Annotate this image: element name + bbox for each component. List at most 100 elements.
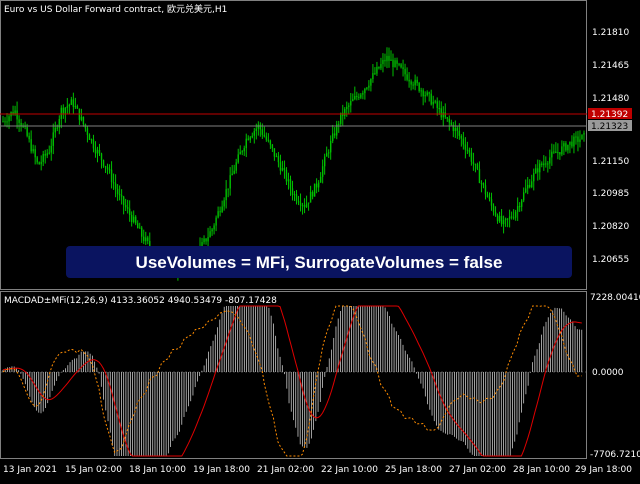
candle-body <box>464 144 467 150</box>
candle-body <box>418 83 420 92</box>
candle-body <box>293 194 296 196</box>
candle-body <box>412 84 414 86</box>
candle-body <box>438 107 440 109</box>
candle-body <box>577 136 579 142</box>
candle-body <box>352 99 354 101</box>
candle-body <box>255 128 258 131</box>
candle-body <box>571 141 573 147</box>
candle-body <box>319 176 322 183</box>
candle-body <box>420 90 422 92</box>
candle-body <box>498 215 501 222</box>
candle-body <box>253 130 255 136</box>
candle-body <box>313 183 316 197</box>
candle-body <box>496 215 499 222</box>
candle-body <box>98 149 101 154</box>
indicator-axis-zero: 0.0000 <box>592 368 624 378</box>
candle-body <box>384 59 386 62</box>
candle-body <box>410 81 412 85</box>
time-label: 19 Jan 18:00 <box>193 465 250 475</box>
candle-body <box>372 73 374 79</box>
macd-histogram <box>2 306 583 456</box>
candle-body <box>52 132 54 146</box>
candle-body <box>514 211 517 218</box>
candle-body <box>50 145 52 153</box>
candle-body <box>239 152 241 155</box>
candle-body <box>307 202 310 204</box>
candle-body <box>346 106 348 110</box>
candle-body <box>263 134 266 137</box>
candle-body <box>110 169 113 183</box>
candle-body <box>458 130 461 136</box>
candle-body <box>28 135 30 140</box>
candle-body <box>348 105 350 107</box>
chart-canvas[interactable]: Euro vs US Dollar Forward contract, 欧元兑美… <box>0 0 640 480</box>
candle-body <box>470 152 473 162</box>
candle-body <box>543 163 545 166</box>
time-label: 28 Jan 10:00 <box>513 465 570 475</box>
candle-body <box>444 112 446 118</box>
candle-body <box>559 152 561 155</box>
candle-body <box>430 93 432 105</box>
candle-body <box>261 129 264 135</box>
candle-body <box>557 152 559 154</box>
candle-body <box>291 188 294 196</box>
candle-body <box>203 238 205 243</box>
candle-body <box>42 153 44 162</box>
candle-body <box>96 149 99 154</box>
candle-body <box>535 168 537 174</box>
time-axis: 13 Jan 2021 15 Jan 02:00 18 Jan 10:00 19… <box>3 465 632 475</box>
candle-body <box>283 168 286 170</box>
candle-body <box>139 227 141 229</box>
candle-body <box>506 218 509 220</box>
candle-body <box>233 170 235 174</box>
candle-body <box>360 94 362 98</box>
price-tick-label: 1.21480 <box>592 94 629 104</box>
candle-body <box>537 168 539 173</box>
candle-body <box>370 78 372 86</box>
candle-body <box>332 133 334 141</box>
candle-body <box>237 154 239 163</box>
candle-body <box>209 231 211 238</box>
candle-body <box>502 220 505 225</box>
candle-body <box>563 143 565 147</box>
candle-body <box>122 196 125 206</box>
candle-body <box>62 107 65 114</box>
candle-body <box>545 163 547 165</box>
price-tick-label: 1.21810 <box>592 28 629 38</box>
candle-body <box>380 64 382 69</box>
candle-body <box>362 93 364 95</box>
candle-body <box>344 109 346 117</box>
candle-body <box>338 123 340 125</box>
candle-body <box>267 139 270 141</box>
candle-body <box>126 207 129 209</box>
candle-body <box>104 166 107 168</box>
candle-body <box>275 156 278 158</box>
candle-body <box>516 206 519 212</box>
candle-body <box>382 59 384 65</box>
candle-body <box>484 185 487 195</box>
candle-body <box>547 163 549 165</box>
candle-body <box>476 164 479 169</box>
candle-body <box>303 205 306 208</box>
candle-body <box>145 237 147 242</box>
candle-body <box>368 85 370 88</box>
candle-body <box>217 211 219 218</box>
candle-body <box>518 206 521 208</box>
candle-body <box>490 199 493 206</box>
candle-body <box>454 127 457 132</box>
candle-body <box>396 60 398 64</box>
candle-body <box>494 212 497 216</box>
candle-body <box>305 203 308 208</box>
candle-body <box>378 66 380 69</box>
candle-body <box>414 79 416 86</box>
candle-body <box>416 79 418 84</box>
candle-body <box>569 141 571 145</box>
candle-body <box>358 96 360 98</box>
candle-body <box>235 162 237 171</box>
candle-body <box>462 138 465 145</box>
candle-body <box>376 66 378 74</box>
candle-body <box>76 106 79 109</box>
candle-body <box>38 162 40 165</box>
candle-body <box>529 184 531 188</box>
candle-body <box>66 106 69 108</box>
